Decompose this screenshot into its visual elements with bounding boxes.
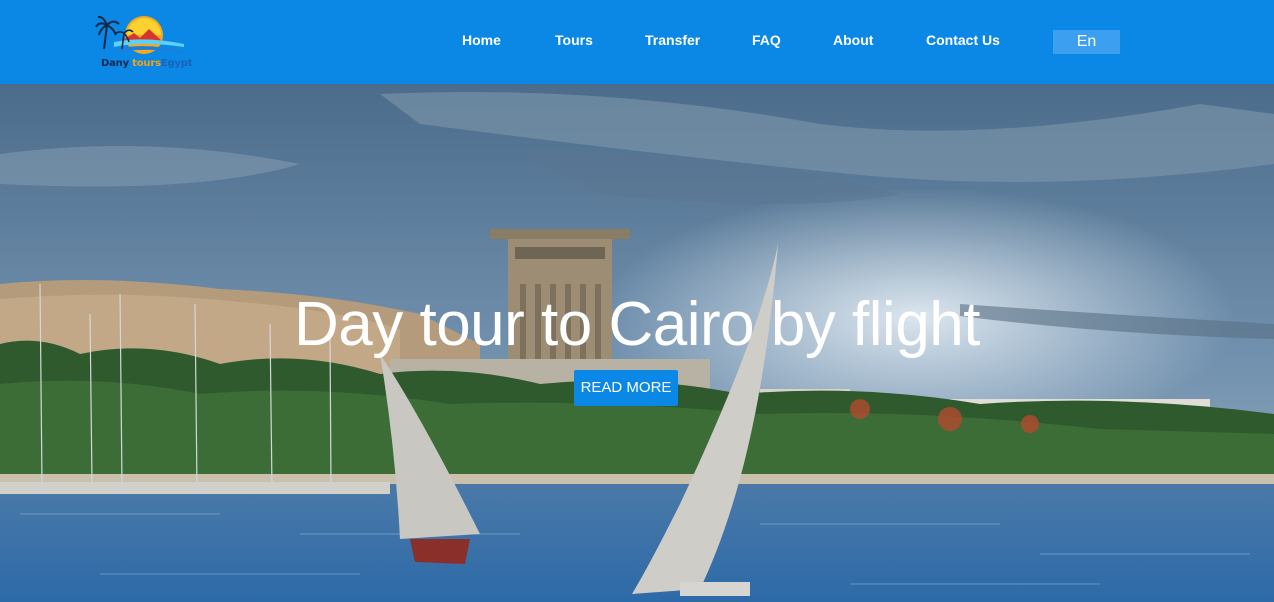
nav-about[interactable]: About xyxy=(833,32,873,48)
hero-banner: Day tour to Cairo by flight READ MORE xyxy=(0,84,1274,602)
nav-faq[interactable]: FAQ xyxy=(752,32,781,48)
read-more-button[interactable]: READ MORE xyxy=(574,370,678,406)
logo-word-egypt: Egypt xyxy=(160,58,193,69)
top-navbar: Dany toursEgypt Home Tours Transfer FAQ … xyxy=(0,0,1274,84)
nav-transfer[interactable]: Transfer xyxy=(645,32,700,48)
language-selector[interactable]: En xyxy=(1053,30,1120,54)
logo-word-dany: Dany xyxy=(101,58,133,69)
logo-word-tours: tours xyxy=(132,58,161,69)
sun-palm-logo-icon xyxy=(95,15,184,54)
site-logo[interactable]: Dany toursEgypt xyxy=(94,11,192,75)
logo-wordmark: Dany toursEgypt xyxy=(101,58,192,69)
nav-tours[interactable]: Tours xyxy=(555,32,593,48)
nav-contact-us[interactable]: Contact Us xyxy=(926,32,1000,48)
hero-title: Day tour to Cairo by flight xyxy=(293,290,981,359)
nav-home[interactable]: Home xyxy=(462,32,501,48)
